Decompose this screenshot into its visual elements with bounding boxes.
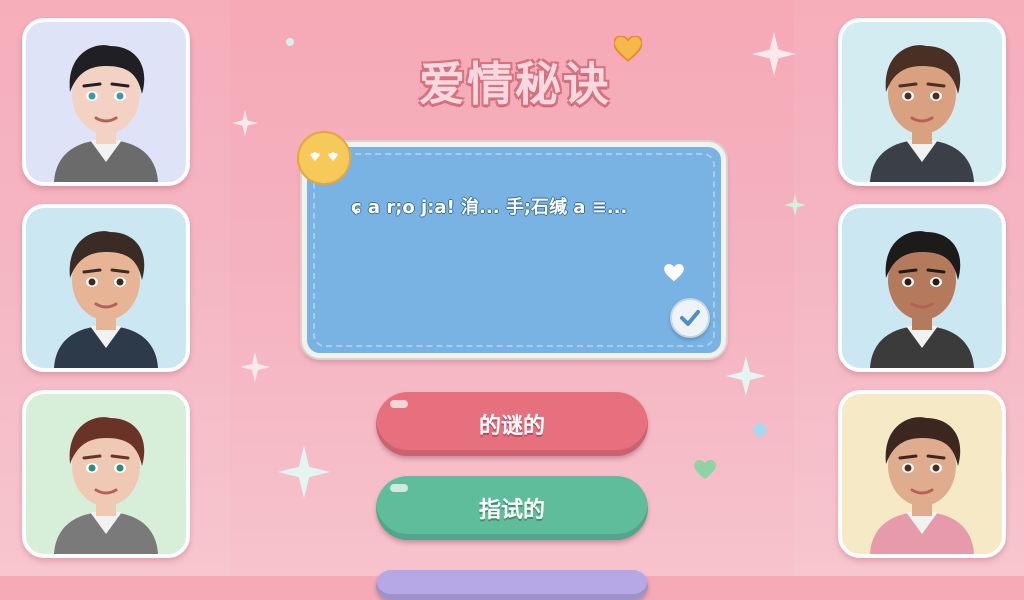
character-portrait-left-1[interactable] (22, 18, 190, 186)
sparkle-icon (240, 352, 270, 382)
choice-button-3[interactable] (376, 570, 648, 600)
sparkle-icon (278, 446, 330, 498)
button-gloss (390, 400, 408, 408)
avatar (54, 231, 158, 368)
check-icon (680, 310, 700, 326)
avatar (870, 231, 974, 368)
character-portrait-right-1[interactable] (838, 18, 1006, 186)
heart-icon (664, 264, 684, 282)
choice-button-1[interactable]: 的谜的 (376, 392, 648, 456)
confirm-button[interactable] (670, 298, 710, 338)
button-gloss (390, 484, 408, 492)
choice-label-1: 的谜的 (478, 414, 545, 439)
choice-label-2: 指试的 (478, 498, 545, 523)
avatar (54, 45, 158, 182)
character-portrait-right-2[interactable] (838, 204, 1006, 372)
smiley-badge-icon (297, 131, 351, 185)
sparkle-icon (752, 32, 796, 76)
confetti-icon (751, 421, 769, 439)
avatar (870, 45, 974, 182)
character-portrait-right-3[interactable] (838, 390, 1006, 558)
dialog-text: ɕ a r;o j:a! 㳙... 手;石缄 a ≡... (351, 197, 628, 218)
avatar (54, 417, 158, 554)
dialog-border (313, 153, 715, 347)
dot-icon (286, 38, 294, 46)
sparkle-icon (726, 356, 766, 396)
sparkle-icon (232, 110, 258, 136)
character-portrait-left-2[interactable] (22, 204, 190, 372)
heart-icon (614, 36, 642, 62)
choice-button-2[interactable]: 指试的 (376, 476, 648, 540)
sparkle-icon (784, 194, 806, 216)
avatar (870, 417, 974, 554)
character-portrait-left-3[interactable] (22, 390, 190, 558)
small-heart-icon (694, 460, 716, 480)
dialog-box: ɕ a r;o j:a! 㳙... 手;石缄 a ≡... (302, 142, 726, 358)
game-title: 爱情秘诀 (419, 57, 611, 111)
